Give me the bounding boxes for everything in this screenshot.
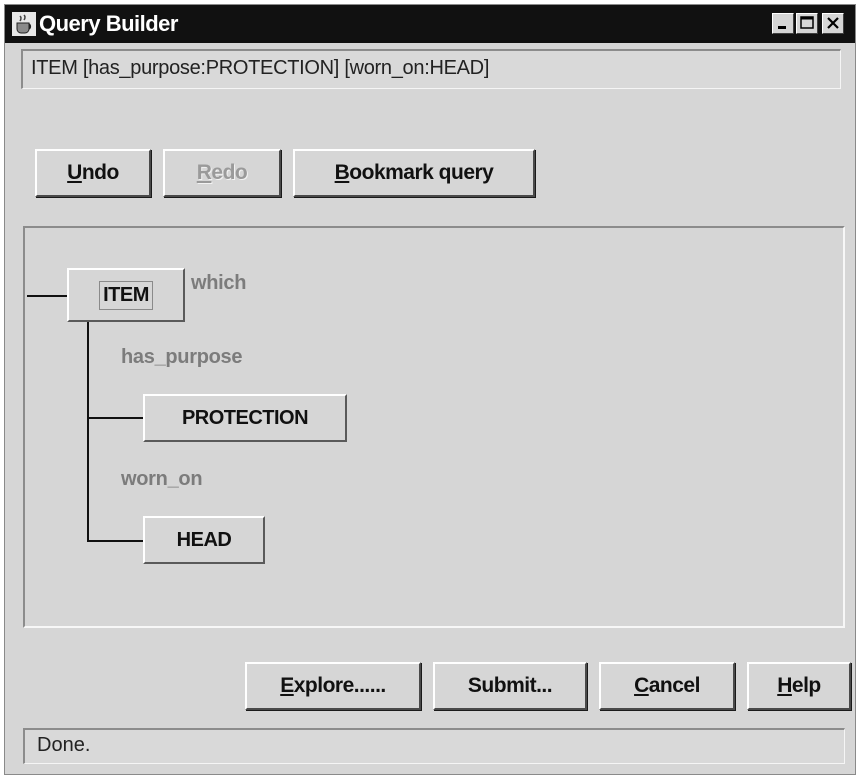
- relation-label-has-purpose: has_purpose: [121, 346, 243, 368]
- undo-label: Undo: [67, 161, 119, 184]
- submit-button[interactable]: Submit...: [433, 662, 587, 710]
- close-icon: [827, 17, 839, 29]
- node-head-label: HEAD: [176, 528, 232, 551]
- title-bar[interactable]: Query Builder: [5, 5, 855, 43]
- undo-button[interactable]: Undo: [35, 149, 151, 197]
- help-button[interactable]: Help: [747, 662, 851, 710]
- minimize-icon: [778, 26, 786, 29]
- maximize-button[interactable]: [796, 13, 818, 34]
- explore-button[interactable]: Explore......: [245, 662, 421, 710]
- submit-label: Submit...: [467, 674, 553, 697]
- bookmark-query-button[interactable]: Bookmark query: [293, 149, 535, 197]
- status-bar: Done.: [23, 728, 845, 764]
- node-protection-label: PROTECTION: [181, 406, 309, 429]
- redo-label: Redo: [196, 161, 248, 184]
- minimize-button[interactable]: [772, 13, 794, 34]
- node-protection[interactable]: PROTECTION: [143, 394, 347, 442]
- help-label: Help: [777, 674, 821, 697]
- window-title: Query Builder: [39, 11, 178, 36]
- root-connector: [27, 295, 69, 297]
- root-node-label: ITEM: [99, 280, 153, 310]
- query-text-field[interactable]: ITEM [has_purpose:PROTECTION] [worn_on:H…: [21, 49, 841, 89]
- status-text: Done.: [37, 734, 91, 756]
- cancel-button[interactable]: Cancel: [599, 662, 735, 710]
- coffee-cup-icon: [12, 12, 36, 36]
- branch-line-protection: [87, 417, 143, 419]
- bookmark-query-label: Bookmark query: [334, 161, 494, 184]
- explore-label: Explore......: [280, 674, 386, 697]
- relation-label-worn-on: worn_on: [121, 468, 203, 490]
- node-head[interactable]: HEAD: [143, 516, 265, 564]
- cancel-label: Cancel: [634, 674, 700, 697]
- redo-button[interactable]: Redo: [163, 149, 281, 197]
- root-qualifier: which: [191, 272, 247, 294]
- maximize-icon: [800, 16, 814, 29]
- query-builder-window: Query Builder ITEM [has_purpose:PROTECTI…: [4, 4, 856, 775]
- branch-line-head: [87, 540, 143, 542]
- root-node[interactable]: ITEM: [67, 268, 185, 322]
- tree-trunk-line: [87, 320, 89, 542]
- close-button[interactable]: [822, 13, 844, 34]
- query-tree-panel: ITEM which has_purpose PROTECTION worn_o…: [23, 226, 845, 628]
